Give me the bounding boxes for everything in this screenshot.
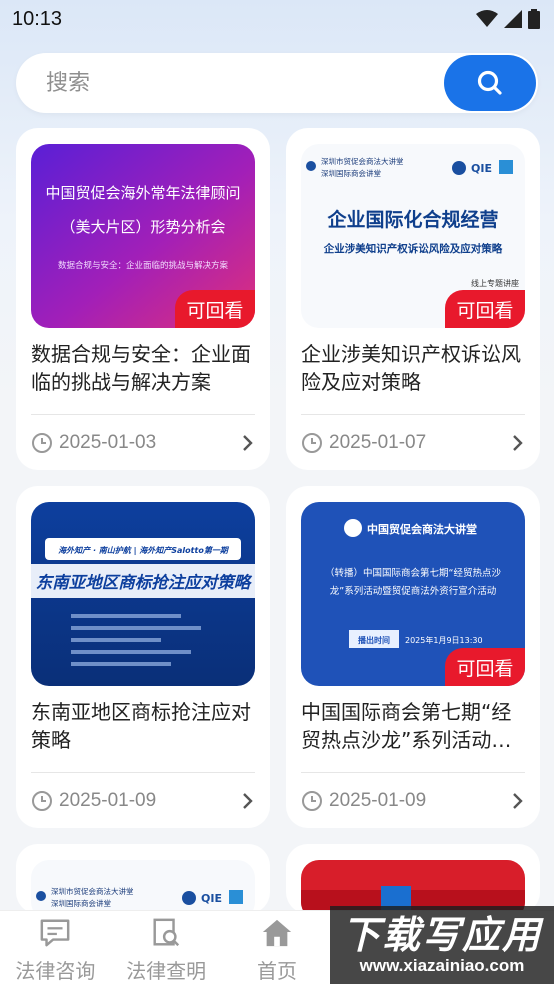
home-icon [262,919,292,947]
event-meta: 2025-01-09 [301,786,526,816]
event-thumbnail: 中国贸促会商法大讲堂 （转播）中国国际商会第七期“经贸热点沙 龙”系列活动暨贸促… [301,502,525,686]
event-title: 数据合规与安全：企业面临的挑战与解决方案 [31,342,251,394]
event-meta: 2025-01-07 [301,428,526,458]
event-card[interactable]: 中国贸促会海外常年法律顾问 （美大片区）形势分析会 数据合规与安全：企业面临的挑… [16,128,270,470]
thumb-line1: 企业国际化合规经营 [326,208,498,231]
divider [301,414,525,415]
wifi-icon [476,10,498,27]
chat-icon [40,919,70,947]
event-date: 2025-01-09 [59,790,157,811]
document-search-icon [153,918,180,947]
tab-legal-search[interactable]: 法律查明 [111,911,222,984]
status-bar: 10:13 [0,0,554,38]
thumb-line3: 数据合规与安全：企业面临的挑战与解决方案 [58,260,229,271]
event-card[interactable] [286,844,540,914]
thumb-org2: 深圳国际商会讲堂 [321,168,381,178]
event-meta: 2025-01-03 [31,428,256,458]
chevron-right-icon[interactable] [510,791,526,811]
clock-icon [302,791,322,811]
status-icons [476,9,540,29]
battery-icon [528,9,540,29]
thumb-org: 中国贸促会商法大讲堂 [367,522,477,536]
divider [31,414,255,415]
thumb-line2: （美大片区）形势分析会 [60,218,225,236]
thumb-line1: （转播）中国国际商会第七期“经贸热点沙 [325,567,501,579]
divider [31,772,255,773]
event-title: 中国国际商会第七期“经贸热点沙龙”系列活动暨贸促商法外资行宣介活动 [301,700,512,752]
search-bar [16,53,538,113]
event-meta: 2025-01-09 [31,786,256,816]
event-thumbnail: 海外知产 · 南山护航 | 海外知产Salotto第一期 东南亚地区商标抢注应对… [31,502,255,686]
clock-icon [32,433,52,453]
event-date: 2025-01-03 [59,432,157,453]
chevron-right-icon[interactable] [240,791,256,811]
event-date: 2025-01-07 [329,432,427,453]
event-thumbnail: 深圳市贸促会商法大讲堂 深圳国际商会讲堂 QIE 企业国际化合规经营 企业涉美知… [301,144,525,328]
tab-label: 法律咨询 [15,959,96,983]
search-icon [477,70,502,95]
tab-label: 法律查明 [126,959,207,983]
event-card[interactable]: 海外知产 · 南山护航 | 海外知产Salotto第一期 东南亚地区商标抢注应对… [16,486,270,828]
event-card[interactable]: 深圳市贸促会商法大讲堂 深圳国际商会讲堂 QIE [16,844,270,914]
clock-icon [32,791,52,811]
replay-badge: 可回看 [445,290,525,328]
thumb-line1: 海外知产 · 南山护航 | 海外知产Salotto第一期 [58,545,230,555]
tab-label: 首页 [256,959,297,983]
event-thumbnail: 深圳市贸促会商法大讲堂 深圳国际商会讲堂 QIE [31,860,255,914]
thumb-time: 2025年1月9日13:30 [405,635,483,645]
event-title: 企业涉美知识产权诉讼风险及应对策略 [301,342,521,394]
chevron-right-icon[interactable] [240,433,256,453]
event-title: 东南亚地区商标抢注应对策略 [31,700,251,752]
thumb-org1: 深圳市贸促会商法大讲堂 [51,886,134,896]
svg-text:QIE: QIE [471,162,492,175]
thumb-line1: 中国贸促会海外常年法律顾问 [45,184,240,202]
event-grid: 中国贸促会海外常年法律顾问 （美大片区）形势分析会 数据合规与安全：企业面临的挑… [16,128,540,914]
svg-text:QIE: QIE [201,892,222,905]
clock-icon [302,433,322,453]
event-thumbnail: 中国贸促会海外常年法律顾问 （美大片区）形势分析会 数据合规与安全：企业面临的挑… [31,144,255,328]
watermark-main: 下载写应用 [341,913,542,957]
thumb-org1: 深圳市贸促会商法大讲堂 [321,156,404,166]
event-card[interactable]: 深圳市贸促会商法大讲堂 深圳国际商会讲堂 QIE 企业国际化合规经营 企业涉美知… [286,128,540,470]
tab-home[interactable]: 首页 [222,911,333,984]
thumb-time-label: 播出时间 [358,635,390,645]
chevron-right-icon[interactable] [510,433,526,453]
event-card[interactable]: 中国贸促会商法大讲堂 （转播）中国国际商会第七期“经贸热点沙 龙”系列活动暨贸促… [286,486,540,828]
search-button[interactable] [444,55,536,111]
status-time: 10:13 [12,7,63,30]
event-date: 2025-01-09 [329,790,427,811]
thumb-org2: 深圳国际商会讲堂 [51,898,111,908]
thumb-line2: 龙”系列活动暨贸促商法外资行宣介活动 [330,585,496,597]
replay-badge: 可回看 [175,290,255,328]
watermark-sub: www.xiazainiao.com [359,956,525,975]
replay-badge: 可回看 [445,648,525,686]
thumb-line2: 东南亚地区商标抢注应对策略 [36,573,253,592]
tab-legal-consult[interactable]: 法律咨询 [0,911,111,984]
signal-icon [504,10,522,28]
watermark: 下载写应用 www.xiazainiao.com [330,906,554,984]
divider [301,772,525,773]
thumb-line3: 线上专题讲座 [471,278,519,288]
thumb-line2: 企业涉美知识产权诉讼风险及应对策略 [323,242,503,255]
